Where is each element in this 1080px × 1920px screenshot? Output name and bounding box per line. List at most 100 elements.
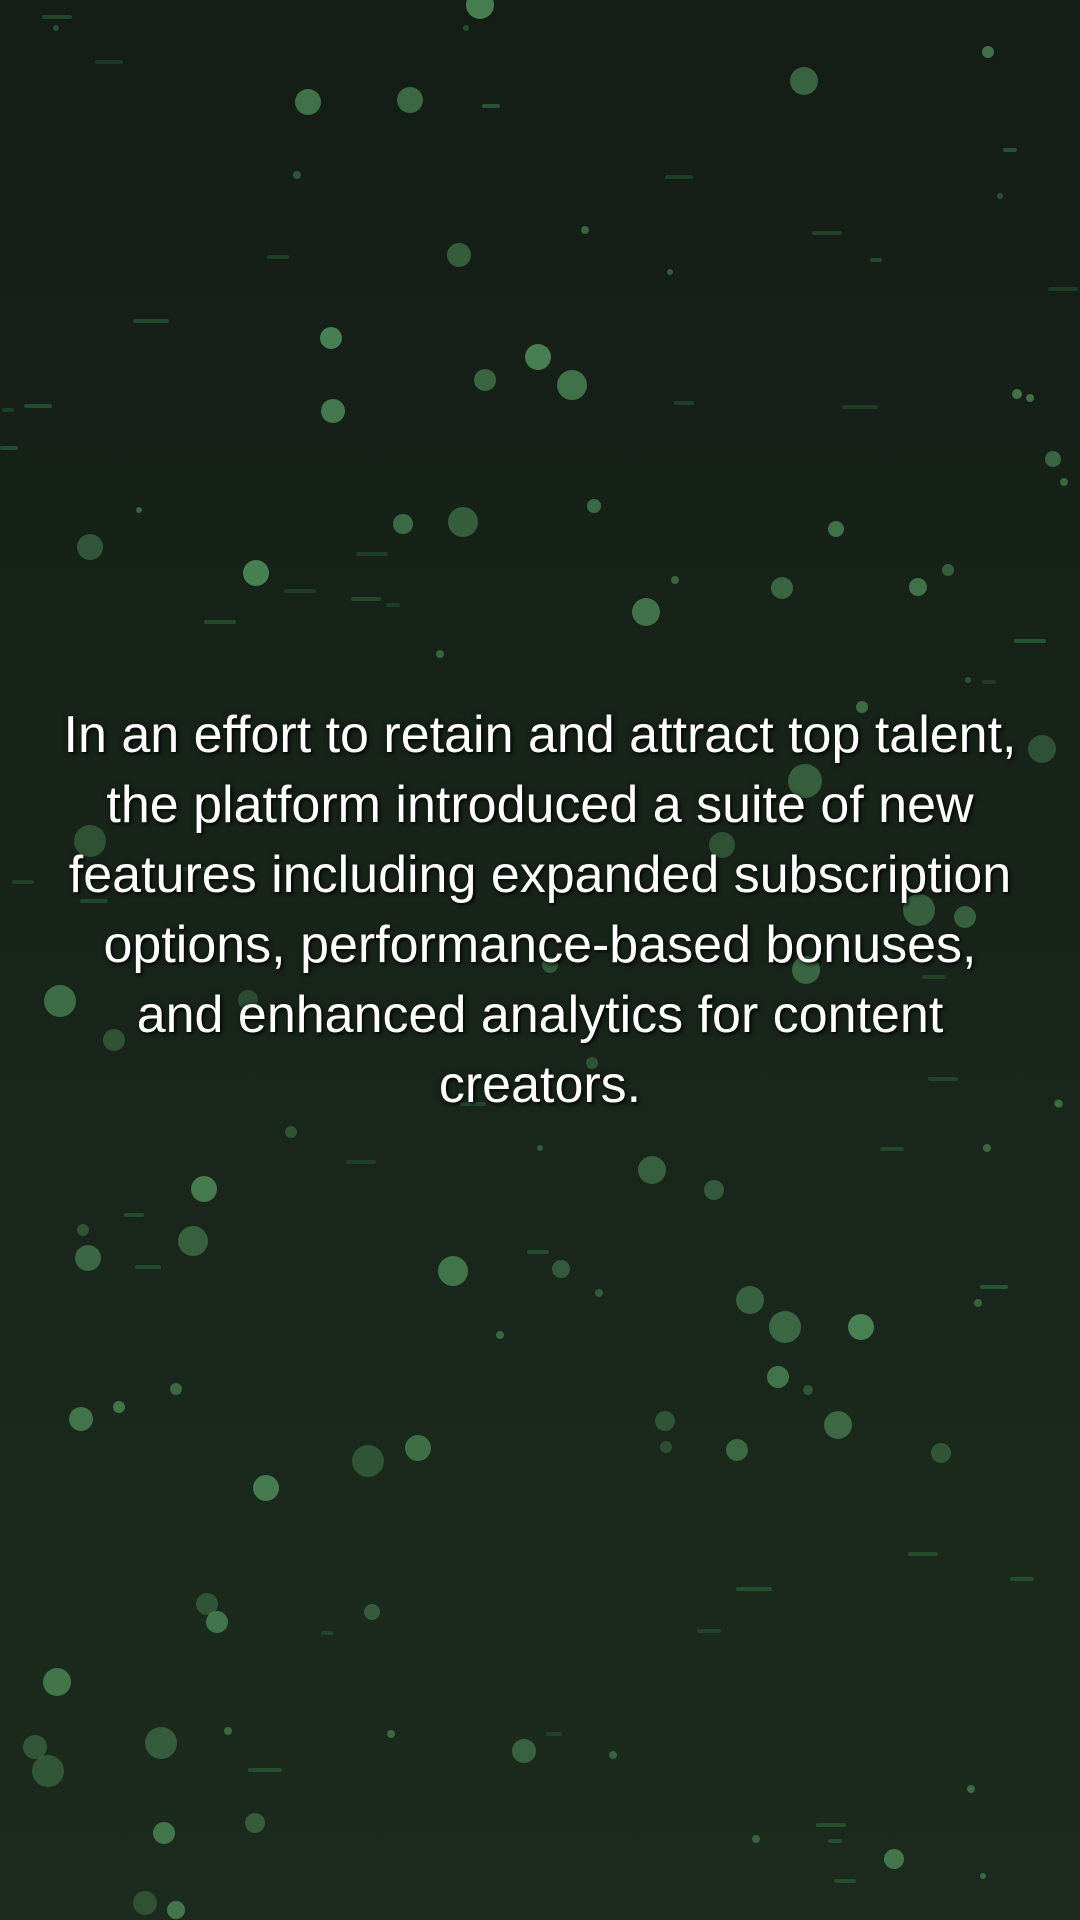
particle-streak (980, 1285, 1008, 1289)
particle-dot (769, 1311, 801, 1343)
particle-streak (546, 1732, 562, 1736)
particle-streak (2, 408, 14, 412)
particle-streak (24, 404, 52, 408)
particle-dot (752, 1835, 760, 1843)
caption-text: In an effort to retain and attract top t… (63, 706, 1017, 1114)
particle-streak (386, 603, 400, 607)
particle-dot (1028, 735, 1056, 763)
particle-dot (466, 0, 494, 19)
particle-dot (1045, 451, 1061, 467)
particle-dot (609, 1751, 617, 1759)
particle-dot (983, 1144, 991, 1152)
particle-streak (697, 1629, 721, 1633)
particle-dot (364, 1604, 380, 1620)
particle-dot (667, 269, 673, 275)
particle-dot (387, 1730, 395, 1738)
particle-streak (816, 1823, 846, 1827)
particle-streak (908, 1552, 938, 1556)
particle-streak (736, 1587, 772, 1591)
particle-dot (537, 1145, 543, 1151)
particle-streak (828, 1839, 842, 1843)
particle-streak (982, 680, 996, 684)
particle-dot (438, 1256, 468, 1286)
particle-dot (224, 1727, 232, 1735)
particle-dot (352, 1445, 384, 1477)
particle-dot (474, 369, 496, 391)
particle-dot (285, 1126, 297, 1138)
particle-dot (293, 171, 301, 179)
particle-streak (834, 1879, 856, 1883)
particle-streak (870, 258, 882, 262)
particle-dot (726, 1439, 748, 1461)
particle-dot (170, 1383, 182, 1395)
particle-streak (482, 104, 500, 108)
particle-streak (135, 1265, 161, 1269)
particle-dot (32, 1755, 64, 1787)
particle-dot (43, 1668, 71, 1696)
particle-dot (512, 1739, 536, 1763)
particle-dot (75, 1245, 101, 1271)
particle-dot (997, 193, 1003, 199)
particle-dot (942, 564, 954, 576)
particle-dot (1054, 1099, 1062, 1107)
particle-dot (206, 1611, 228, 1633)
particle-streak (351, 597, 381, 601)
particle-dot (824, 1411, 852, 1439)
particle-dot (405, 1435, 431, 1461)
particle-dot (77, 534, 103, 560)
particle-streak (124, 1213, 144, 1217)
particle-dot (595, 1289, 603, 1297)
particle-streak (346, 1160, 376, 1164)
particle-streak (527, 1250, 549, 1254)
particle-streak (321, 1631, 333, 1635)
particle-streak (95, 60, 123, 64)
particle-dot (295, 89, 321, 115)
particle-dot (974, 1299, 982, 1307)
particle-streak (880, 1147, 904, 1151)
particle-dot (736, 1286, 764, 1314)
particle-dot (771, 577, 793, 599)
particle-dot (496, 1331, 504, 1339)
particle-streak (0, 446, 18, 450)
particle-dot (178, 1226, 208, 1256)
particle-streak (12, 880, 34, 884)
particle-dot (113, 1401, 125, 1413)
particle-streak (674, 401, 694, 405)
particle-dot (136, 507, 142, 513)
particle-dot (243, 560, 269, 586)
particle-dot (965, 677, 971, 683)
particle-dot (704, 1180, 724, 1200)
particle-streak (284, 589, 316, 593)
particle-dot (638, 1156, 666, 1184)
particle-dot (393, 514, 413, 534)
particle-dot (767, 1366, 789, 1388)
particle-dot (133, 1891, 157, 1915)
particle-streak (1048, 287, 1078, 291)
particle-dot (803, 1385, 813, 1395)
particle-dot (587, 499, 601, 513)
particle-dot (69, 1407, 93, 1431)
particle-dot (153, 1822, 175, 1844)
particle-dot (321, 399, 345, 423)
particle-dot (448, 507, 478, 537)
particle-streak (665, 175, 693, 179)
particle-dot (1060, 478, 1068, 486)
particle-streak (356, 552, 388, 556)
particle-dot (655, 1411, 675, 1431)
particle-dot (320, 327, 342, 349)
particle-dot (828, 521, 844, 537)
particle-streak (842, 405, 878, 409)
particle-dot (980, 1873, 986, 1879)
particle-streak (248, 1768, 282, 1772)
particle-dot (931, 1443, 951, 1463)
particle-streak (1010, 1577, 1034, 1581)
particle-dot (790, 67, 818, 95)
particle-streak (1014, 639, 1046, 643)
particle-dot (436, 650, 444, 658)
particle-dot (23, 1735, 47, 1759)
particle-dot (53, 25, 59, 31)
particle-streak (42, 15, 72, 19)
particle-dot (397, 87, 423, 113)
particle-streak (133, 319, 169, 323)
particle-dot (145, 1727, 177, 1759)
